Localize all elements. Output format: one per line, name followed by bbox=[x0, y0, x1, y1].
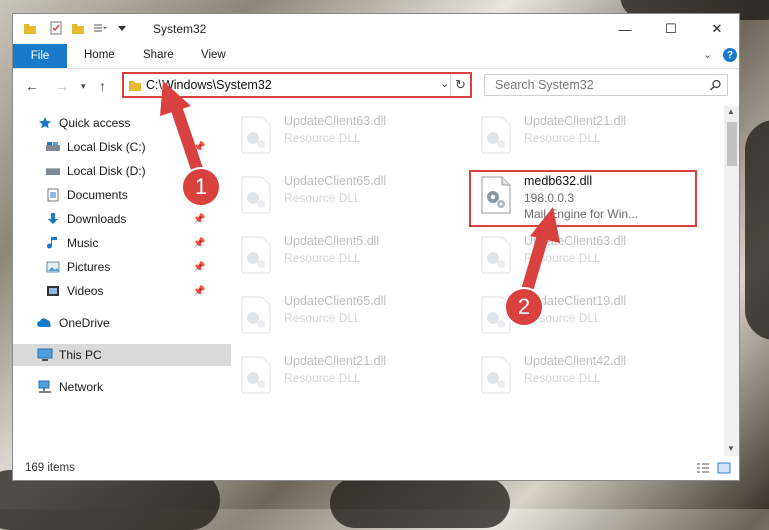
annotation-badge-1: 1 bbox=[181, 167, 221, 207]
annotation-arrows bbox=[160, 81, 560, 293]
annotation-badge-2: 2 bbox=[504, 287, 544, 327]
